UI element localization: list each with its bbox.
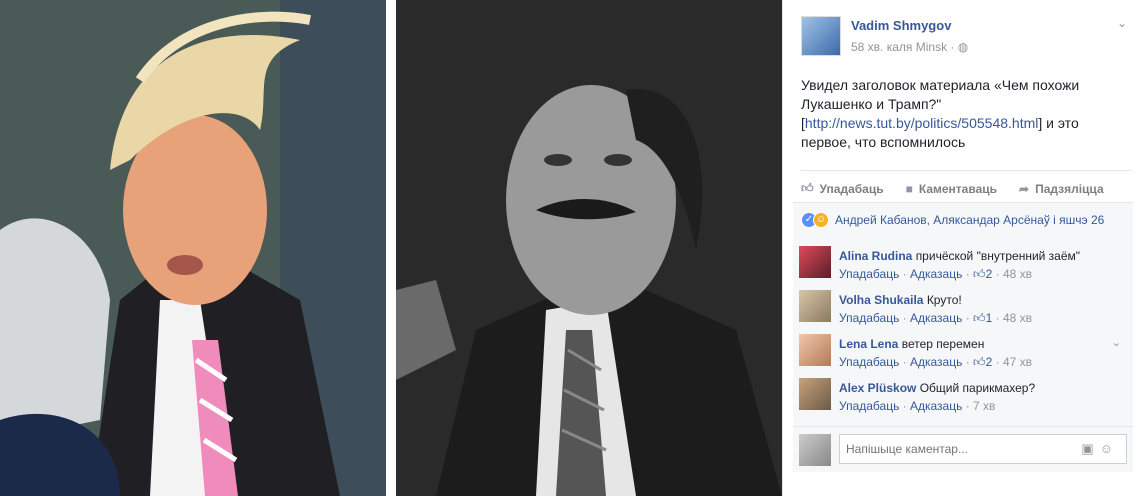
comment-item: Alex Plüskow Общий парикмахер? Упадабаць… — [799, 374, 1129, 418]
thumb-icon: 👍︎ — [973, 355, 986, 369]
comment-item: Volha Shukaila Круто! Упадабаць · Адказа… — [799, 286, 1129, 330]
share-label: Падзяліцца — [1035, 181, 1104, 196]
comment-text: причёской "внутренний заём" — [915, 249, 1081, 263]
comment-reply-link[interactable]: Адказаць — [910, 311, 962, 325]
reactions-text[interactable]: Андрей Кабанов, Аляксандар Арсёнаў і яшч… — [835, 213, 1104, 227]
author-name[interactable]: Vadim Shmygov — [851, 18, 951, 33]
comment-reply-link[interactable]: Адказаць — [910, 267, 962, 281]
thumb-icon: 👍︎ — [973, 267, 986, 281]
post-meta[interactable]: 58 хв. каля Minsk · ◍ — [851, 40, 968, 54]
share-icon: ➦ — [1019, 181, 1030, 196]
camera-icon[interactable]: ▣ — [1081, 441, 1099, 456]
like-button[interactable]: 👍︎ Упадабаць — [801, 181, 884, 196]
like-label: Упадабаць — [819, 181, 884, 196]
commenter-avatar[interactable] — [799, 246, 831, 278]
comments-panel: Vadim Shmygov 58 хв. каля Minsk · ◍ ⌄ Ув… — [782, 0, 1142, 496]
smiley-icon[interactable]: ☺ — [1100, 441, 1119, 456]
commenter-avatar[interactable] — [799, 378, 831, 410]
current-user-avatar — [799, 434, 831, 466]
comments-list: Alina Rudina причёской "внутренний заём"… — [793, 236, 1133, 426]
comment-like-link[interactable]: Упадабаць — [839, 355, 899, 369]
thumb-icon: 👍︎ — [973, 311, 986, 325]
comment-time[interactable]: 7 хв — [973, 399, 995, 413]
commenter-name[interactable]: Alex Plüskow — [839, 381, 916, 395]
comment-time[interactable]: 48 хв — [1003, 311, 1032, 325]
commenter-avatar[interactable] — [799, 290, 831, 322]
photo-left-blond-man — [0, 0, 386, 496]
comment-text: Круто! — [926, 293, 962, 307]
comment-label: Каментаваць — [918, 181, 997, 196]
photo-right-bw-man — [396, 0, 782, 496]
post-text: Увидел заголовок материала «Чем похожи Л… — [801, 76, 1131, 152]
chevron-down-icon[interactable]: ⌄ — [1117, 16, 1127, 30]
comment-reply-link[interactable]: Адказаць — [910, 399, 962, 413]
comment-text: ветер перемен — [901, 337, 985, 351]
comment-item: Lena Lena ветер перемен Упадабаць · Адка… — [799, 330, 1129, 374]
commenter-name[interactable]: Alina Rudina — [839, 249, 912, 263]
comment-like-count[interactable]: 2 — [986, 355, 993, 369]
like-icon: 👍︎ — [801, 181, 814, 195]
chevron-down-icon[interactable]: ⌄ — [1112, 336, 1121, 349]
post-link[interactable]: http://news.tut.by/politics/505548.html — [805, 115, 1038, 131]
write-comment-row: ▣☺ — [793, 426, 1133, 472]
comment-like-link[interactable]: Упадабаць — [839, 399, 899, 413]
author-avatar[interactable] — [801, 16, 841, 56]
commenter-avatar[interactable] — [799, 334, 831, 366]
haha-reaction-icon: ☺ — [813, 211, 829, 228]
comment-input-icons: ▣☺ — [1081, 441, 1119, 457]
comment-reply-link[interactable]: Адказаць — [910, 355, 962, 369]
comment-item: Alina Rudina причёской "внутренний заём"… — [799, 242, 1129, 286]
comment-like-count[interactable]: 1 — [986, 311, 993, 325]
comment-button[interactable]: ■ Каментаваць — [906, 182, 997, 196]
comment-time[interactable]: 47 хв — [1003, 355, 1032, 369]
comment-like-count[interactable]: 2 — [986, 267, 993, 281]
comment-icon: ■ — [905, 181, 913, 196]
commenter-name[interactable]: Lena Lena — [839, 337, 898, 351]
comment-text: Общий парикмахер? — [919, 381, 1036, 395]
commenter-name[interactable]: Volha Shukaila — [839, 293, 923, 307]
post-header: Vadim Shmygov 58 хв. каля Minsk · ◍ ⌄ — [801, 16, 1131, 56]
comment-time[interactable]: 48 хв — [1003, 267, 1032, 281]
comment-like-link[interactable]: Упадабаць — [839, 267, 899, 281]
left-photo-illustration — [0, 0, 386, 496]
post-actions: 👍︎ Упадабаць ■ Каментаваць ➦ Падзяліцца — [801, 170, 1131, 200]
right-photo-illustration — [396, 0, 782, 496]
comment-like-link[interactable]: Упадабаць — [839, 311, 899, 325]
reactions-summary[interactable]: ✓ ☺ Андрей Кабанов, Аляксандар Арсёнаў і… — [793, 202, 1133, 236]
post-photo[interactable] — [0, 0, 782, 496]
share-button[interactable]: ➦ Падзяліцца — [1019, 182, 1104, 196]
